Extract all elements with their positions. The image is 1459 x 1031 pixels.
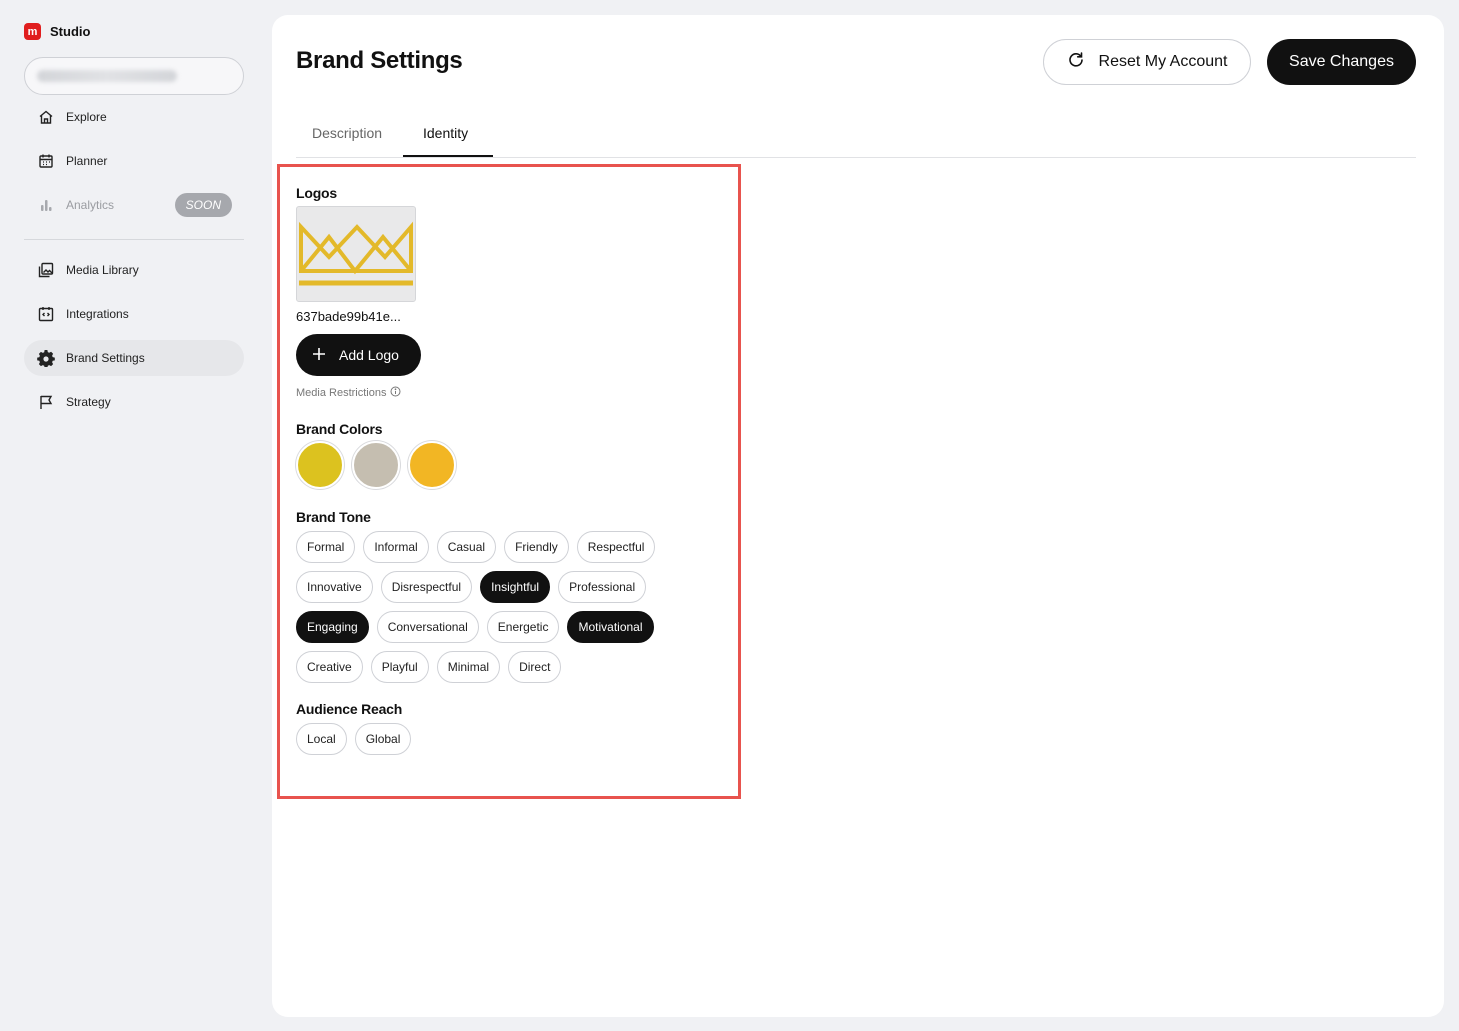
chip-engaging[interactable]: Engaging (296, 611, 369, 643)
sidebar-item-label: Analytics (66, 198, 115, 212)
chip-energetic[interactable]: Energetic (486, 611, 560, 643)
bar-chart-icon (37, 196, 55, 214)
soon-badge: SOON (174, 193, 232, 217)
sidebar-item-brand-settings[interactable]: Brand Settings (24, 340, 244, 376)
calendar-icon (37, 152, 55, 170)
chip-playful[interactable]: Playful (370, 651, 429, 683)
sidebar-divider (24, 239, 244, 240)
media-restrictions-label: Media Restrictions (296, 387, 387, 399)
reset-account-button[interactable]: Reset My Account (1043, 39, 1251, 85)
chip-conversational[interactable]: Conversational (376, 611, 479, 643)
tone-row: Creative Playful Minimal Direct (296, 651, 562, 683)
logo-thumbnail[interactable] (296, 206, 416, 302)
page-title: Brand Settings (296, 47, 463, 74)
app-logo-icon: m (24, 23, 41, 40)
chip-innovative[interactable]: Innovative (296, 571, 373, 603)
brand-colors-heading: Brand Colors (296, 421, 383, 437)
sidebar-item-label: Media Library (66, 263, 139, 277)
sidebar-item-label: Brand Settings (66, 351, 145, 365)
logos-heading: Logos (296, 185, 337, 201)
image-library-icon (37, 261, 55, 279)
sidebar-item-media-library[interactable]: Media Library (24, 252, 244, 288)
chip-creative[interactable]: Creative (296, 651, 363, 683)
code-icon (37, 305, 55, 323)
chip-casual[interactable]: Casual (436, 531, 497, 563)
brand-color-swatch[interactable] (352, 441, 400, 489)
tone-row: Innovative Disrespectful Insightful Profess… (296, 571, 647, 603)
sidebar-item-planner[interactable]: Planner (24, 143, 244, 179)
audience-reach-options: Local Global (296, 723, 412, 755)
chip-professional[interactable]: Professional (558, 571, 647, 603)
tone-row: Formal Informal Casual Friendly Respectful (296, 531, 656, 563)
tab-identity[interactable]: Identity (423, 125, 468, 141)
brand-tone-heading: Brand Tone (296, 509, 371, 525)
add-logo-label: Add Logo (339, 347, 399, 363)
chip-informal[interactable]: Informal (363, 531, 429, 563)
add-logo-button[interactable]: Add Logo (296, 334, 421, 376)
brand-color-swatch[interactable] (408, 441, 456, 489)
chip-insightful[interactable]: Insightful (480, 571, 551, 603)
workspace-name-redacted (37, 70, 177, 82)
sidebar-item-integrations[interactable]: Integrations (24, 296, 244, 332)
logo-filename: 637bade99b41e... (296, 309, 401, 324)
chip-friendly[interactable]: Friendly (504, 531, 569, 563)
chip-direct[interactable]: Direct (508, 651, 562, 683)
brand-color-swatch[interactable] (296, 441, 344, 489)
chip-respectful[interactable]: Respectful (576, 531, 656, 563)
save-changes-button[interactable]: Save Changes (1267, 39, 1416, 85)
plus-icon (312, 347, 326, 364)
sidebar-item-strategy[interactable]: Strategy (24, 384, 244, 420)
home-icon (37, 108, 55, 126)
brand-color-swatches (296, 441, 456, 489)
audience-reach-heading: Audience Reach (296, 701, 403, 717)
active-tab-indicator (403, 155, 493, 157)
app-name: Studio (50, 24, 91, 39)
crown-logo-icon (299, 221, 413, 286)
info-icon[interactable] (390, 386, 401, 400)
flag-icon (37, 393, 55, 411)
sidebar: m Studio Explore Planner Analytics SOON … (0, 0, 272, 1031)
tone-row: Engaging Conversational Energetic Motivatio… (296, 611, 654, 643)
chip-local[interactable]: Local (296, 723, 347, 755)
sidebar-item-label: Integrations (66, 307, 129, 321)
reset-account-label: Reset My Account (1098, 53, 1228, 70)
workspace-selector[interactable] (24, 57, 244, 95)
chip-disrespectful[interactable]: Disrespectful (380, 571, 473, 603)
refresh-icon (1067, 51, 1085, 74)
app-brand[interactable]: m Studio (24, 23, 90, 40)
gear-icon (37, 349, 55, 367)
sidebar-item-analytics: Analytics SOON (24, 187, 244, 223)
chip-motivational[interactable]: Motivational (567, 611, 654, 643)
chip-formal[interactable]: Formal (296, 531, 356, 563)
identity-section: Logos 637bade99b41e... Add Logo Media Re… (277, 164, 741, 799)
tab-bar: Description Identity (296, 115, 1416, 158)
chip-minimal[interactable]: Minimal (436, 651, 501, 683)
tab-description[interactable]: Description (312, 125, 382, 141)
sidebar-item-label: Strategy (66, 395, 111, 409)
sidebar-item-explore[interactable]: Explore (24, 99, 244, 135)
main-panel: Brand Settings Reset My Account Save Cha… (272, 15, 1444, 1017)
chip-global[interactable]: Global (354, 723, 412, 755)
media-restrictions[interactable]: Media Restrictions (296, 386, 401, 400)
sidebar-item-label: Explore (66, 110, 107, 124)
sidebar-item-label: Planner (66, 154, 108, 168)
